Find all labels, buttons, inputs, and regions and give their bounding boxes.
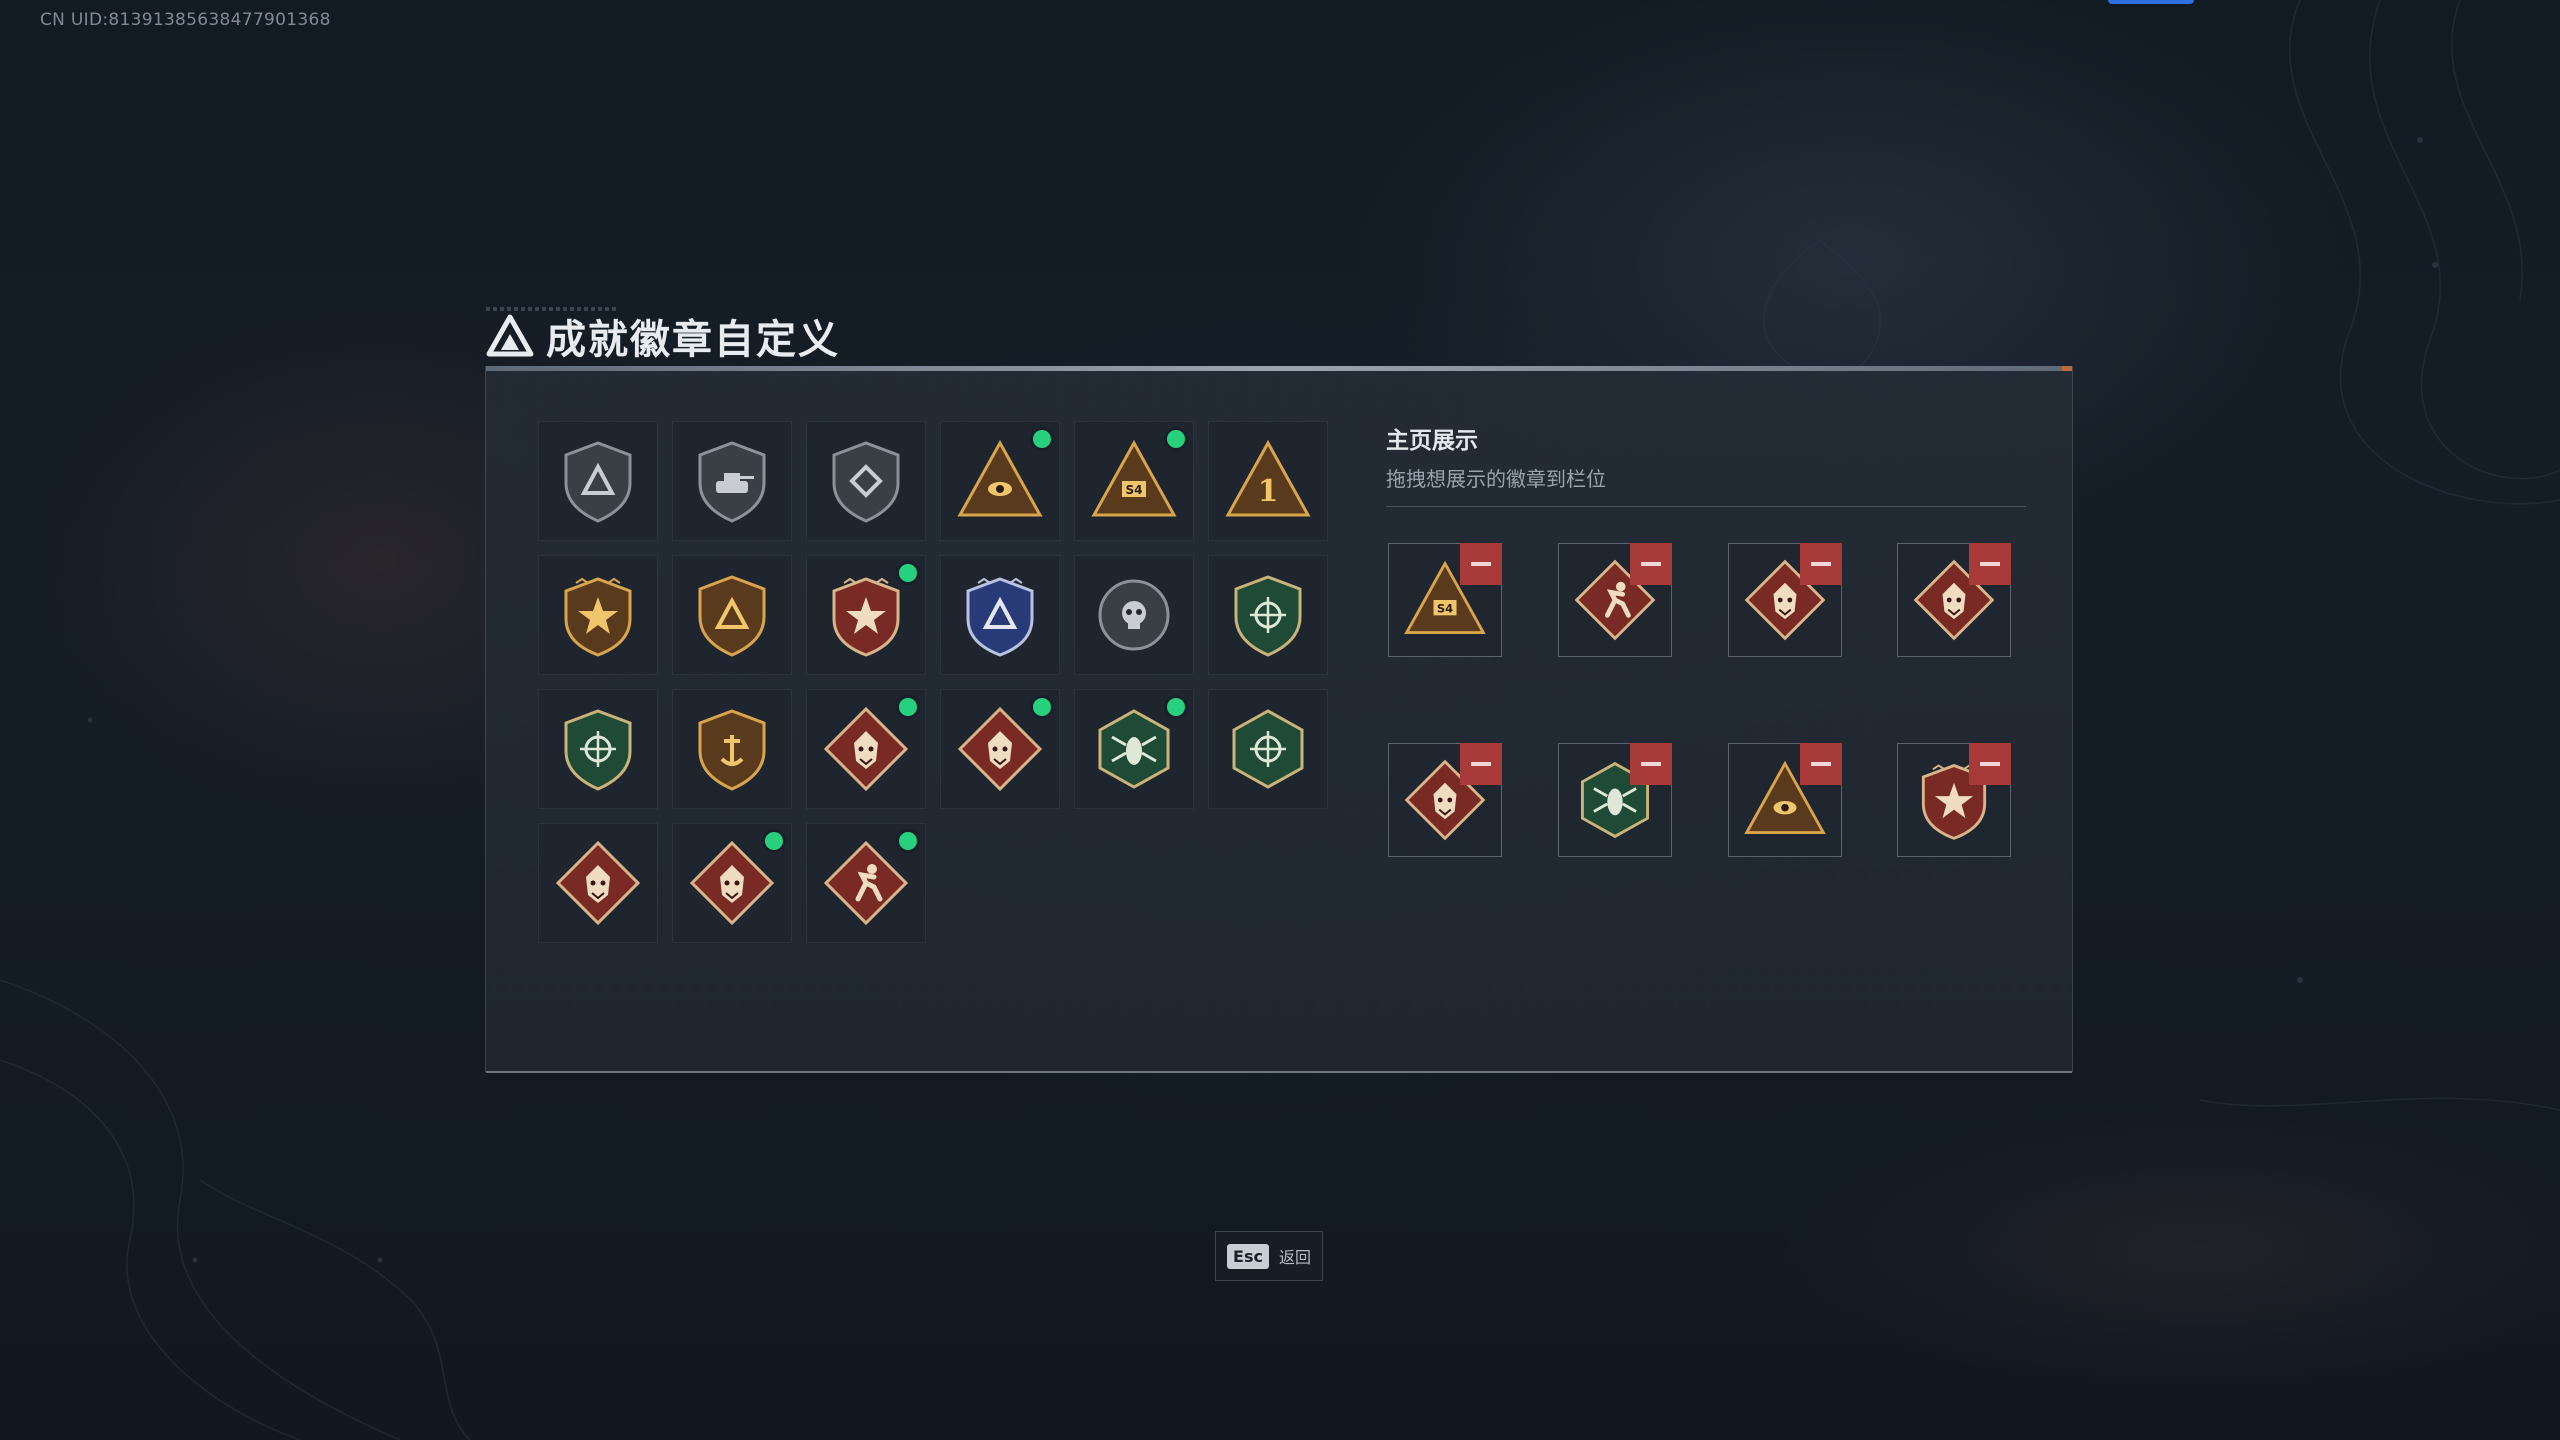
badge-cell[interactable] xyxy=(1074,555,1194,675)
blue-crest-badge-icon xyxy=(966,577,1034,657)
badge-collection-grid: S4 1 xyxy=(538,421,1328,943)
badge-cell[interactable] xyxy=(538,555,658,675)
anchor-gold-shield-badge-icon xyxy=(698,709,766,791)
badge-cell[interactable] xyxy=(672,421,792,541)
showcase-slot[interactable]: S4 xyxy=(1388,543,1502,657)
new-badge-dot xyxy=(1167,698,1185,716)
badge-cell[interactable] xyxy=(1208,555,1328,675)
eye-triangle-badge-icon xyxy=(957,439,1043,517)
new-badge-dot xyxy=(1167,430,1185,448)
dragon-diamond-badge-icon xyxy=(555,840,641,926)
remove-badge-button[interactable] xyxy=(1460,743,1502,785)
badge-cell[interactable] xyxy=(538,421,658,541)
badge-cell[interactable] xyxy=(672,689,792,809)
stars-crest-badge-icon xyxy=(832,577,900,657)
crosshair-green-shield-badge-icon xyxy=(564,709,632,791)
new-badge-dot xyxy=(1033,430,1051,448)
svg-text:S4: S4 xyxy=(1126,483,1143,497)
svg-text:S4: S4 xyxy=(1437,601,1453,615)
showcase-slots: S4 xyxy=(1386,543,2026,863)
runner-diamond-badge-icon xyxy=(823,840,909,926)
remove-badge-button[interactable] xyxy=(1969,543,2011,585)
player-uid: CN UID:8139138563847790136​8 xyxy=(40,10,331,30)
badge-cell[interactable] xyxy=(940,421,1060,541)
panel-bottom-line xyxy=(486,1071,2072,1073)
new-badge-dot xyxy=(899,564,917,582)
badge-cell[interactable] xyxy=(672,823,792,943)
rifle-hexagon-badge-icon xyxy=(1232,709,1304,789)
showcase-divider xyxy=(1386,506,2026,507)
new-badge-dot xyxy=(899,698,917,716)
minus-icon xyxy=(1811,562,1831,566)
badge-cell[interactable] xyxy=(806,421,926,541)
badge-cell[interactable]: 1 xyxy=(1208,421,1328,541)
page-title: 成就徽章自定义 xyxy=(546,317,840,363)
new-badge-dot xyxy=(765,832,783,850)
svg-text:1: 1 xyxy=(1258,474,1279,509)
new-badge-dot xyxy=(1033,698,1051,716)
badge-cell[interactable] xyxy=(806,555,926,675)
minus-icon xyxy=(1811,762,1831,766)
minus-icon xyxy=(1471,562,1491,566)
showcase-header: 主页展示 拖拽想展示的徽章到栏位 xyxy=(1386,421,2026,507)
star-wreath-badge-icon xyxy=(564,577,632,657)
badge-cell[interactable] xyxy=(806,689,926,809)
showcase-slot[interactable] xyxy=(1897,543,2011,657)
showcase-slot[interactable] xyxy=(1897,743,2011,857)
remove-badge-button[interactable] xyxy=(1460,543,1502,585)
back-label: 返回 xyxy=(1278,1248,1311,1267)
back-button[interactable]: Esc 返回 xyxy=(1215,1231,1323,1281)
esc-key-hint: Esc xyxy=(1227,1243,1269,1269)
showcase-slot[interactable] xyxy=(1728,543,1842,657)
badge-cell[interactable] xyxy=(672,555,792,675)
showcase-title: 主页展示 xyxy=(1386,428,1478,454)
top-tab-indicator[interactable] xyxy=(2108,0,2194,4)
triangle-shield-badge-icon xyxy=(564,441,632,523)
minus-icon xyxy=(1980,562,2000,566)
showcase-slot[interactable] xyxy=(1728,743,1842,857)
new-badge-dot xyxy=(899,832,917,850)
remove-badge-button[interactable] xyxy=(1800,743,1842,785)
badge-cell[interactable] xyxy=(538,823,658,943)
tank-shield-badge-icon xyxy=(698,441,766,523)
badge-cell[interactable] xyxy=(538,689,658,809)
remove-badge-button[interactable] xyxy=(1800,543,1842,585)
wolf-diamond-badge-icon xyxy=(957,706,1043,792)
page-header: 成就徽章自定义 xyxy=(486,308,840,364)
rifle-green-shield-badge-icon xyxy=(1234,575,1302,657)
showcase-slot[interactable] xyxy=(1388,743,1502,857)
triangle-logo-icon xyxy=(486,314,534,357)
badge-cell[interactable] xyxy=(940,689,1060,809)
s4-triangle-badge-icon: S4 xyxy=(1091,439,1177,517)
badge-cell[interactable] xyxy=(1208,689,1328,809)
panel-top-bar xyxy=(486,366,2072,371)
badge-customization-panel: S4 1 主页展示 拖拽想展示的徽章到栏位 S4 xyxy=(485,366,2073,1073)
winged-shield-badge-icon xyxy=(698,575,766,657)
dragon-diamond-badge-icon xyxy=(689,840,775,926)
minus-icon xyxy=(1641,762,1661,766)
badge-cell[interactable] xyxy=(806,823,926,943)
badge-cell[interactable] xyxy=(1074,689,1194,809)
skull-round-badge-icon xyxy=(1098,579,1170,651)
remove-badge-button[interactable] xyxy=(1969,743,2011,785)
diamond-shield-badge-icon xyxy=(832,441,900,523)
minus-icon xyxy=(1641,562,1661,566)
minus-icon xyxy=(1471,762,1491,766)
badge-cell[interactable]: S4 xyxy=(1074,421,1194,541)
number-one-triangle-badge-icon: 1 xyxy=(1225,439,1311,517)
badge-cell[interactable] xyxy=(940,555,1060,675)
remove-badge-button[interactable] xyxy=(1630,743,1672,785)
remove-badge-button[interactable] xyxy=(1630,543,1672,585)
hornet-hexagon-badge-icon xyxy=(1098,709,1170,789)
showcase-subtitle: 拖拽想展示的徽章到栏位 xyxy=(1386,467,1606,491)
wolf-diamond-badge-icon xyxy=(823,706,909,792)
showcase-slot[interactable] xyxy=(1558,743,1672,857)
minus-icon xyxy=(1980,762,2000,766)
showcase-slot[interactable] xyxy=(1558,543,1672,657)
